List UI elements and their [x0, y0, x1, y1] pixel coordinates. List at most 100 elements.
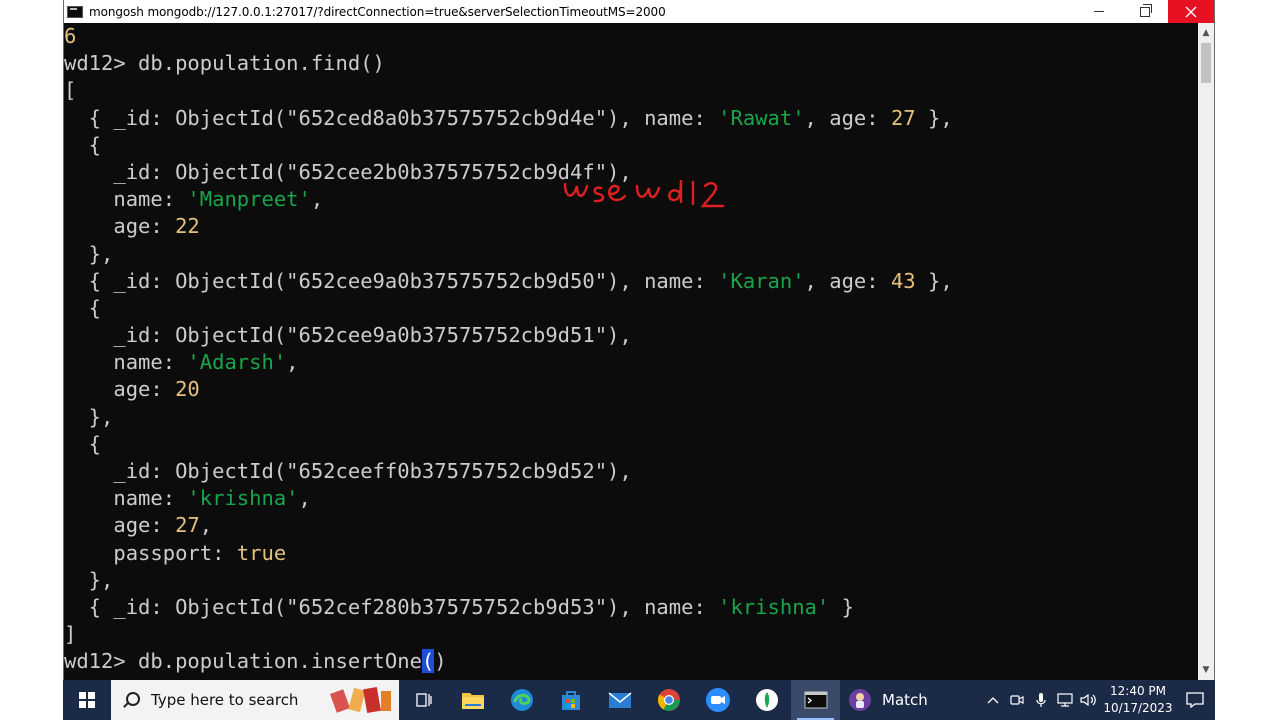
taskbar-clock[interactable]: 12:40 PM 10/17/2023 — [1101, 683, 1175, 717]
search-placeholder: Type here to search — [151, 691, 299, 709]
meet-now-icon[interactable] — [1005, 680, 1029, 720]
terminal-line: }, — [64, 241, 1200, 268]
scroll-up-icon[interactable]: ▲ — [1198, 25, 1214, 41]
terminal-token: wd12> db.population.find() — [64, 51, 385, 76]
terminal-token: { _id: ObjectId("652cef280b37575752cb9d5… — [64, 594, 719, 619]
terminal-token: age: — [64, 214, 176, 239]
mail-button[interactable] — [595, 680, 644, 720]
terminal-token: }, — [915, 105, 953, 130]
restore-button[interactable] — [1122, 0, 1168, 23]
terminal-token: name: — [64, 187, 188, 212]
restore-icon — [1140, 3, 1152, 17]
terminal-line: { _id: ObjectId("652cee9a0b37575752cb9d5… — [64, 268, 1200, 295]
close-button[interactable] — [1168, 0, 1214, 23]
terminal-line: age: 27, — [64, 512, 1200, 539]
window-controls — [1076, 0, 1214, 23]
console-window: mongosh mongodb://127.0.0.1:27017/?direc… — [63, 0, 1215, 680]
network-icon[interactable] — [1053, 680, 1077, 720]
cricket-match-icon — [849, 689, 871, 711]
terminal-line: { — [64, 132, 1200, 159]
store-icon — [561, 691, 580, 710]
match-widget[interactable]: Match — [840, 680, 938, 720]
title-bar[interactable]: mongosh mongodb://127.0.0.1:27017/?direc… — [64, 0, 1214, 23]
volume-icon[interactable] — [1077, 680, 1101, 720]
terminal-icon — [804, 691, 827, 709]
terminal-line: _id: ObjectId("652ceeff0b37575752cb9d52"… — [64, 458, 1200, 485]
clock-time: 12:40 PM — [1110, 684, 1166, 698]
scrollbar-thumb[interactable] — [1201, 43, 1211, 83]
terminal-token: 27 — [890, 105, 916, 130]
notification-icon — [1186, 692, 1204, 708]
terminal-line: { — [64, 431, 1200, 458]
close-icon — [1185, 6, 1197, 17]
terminal-line: [ — [64, 77, 1200, 104]
terminal-token: , age: — [804, 268, 891, 293]
terminal-line: 6 — [64, 23, 1200, 50]
terminal-token: }, — [64, 241, 114, 266]
mongodb-compass-icon — [755, 689, 778, 711]
terminal-token: 22 — [175, 214, 200, 239]
terminal-token: name: — [64, 350, 188, 375]
terminal-line: name: 'Adarsh', — [64, 349, 1200, 376]
file-explorer-button[interactable] — [448, 680, 497, 720]
taskbar: Type here to search Match 12:40 PM 10/17… — [63, 680, 1215, 720]
terminal-token: 20 — [175, 377, 200, 402]
vertical-scrollbar[interactable]: ▲ ▼ — [1198, 23, 1214, 680]
terminal-line: _id: ObjectId("652cee9a0b37575752cb9d51"… — [64, 322, 1200, 349]
terminal-button[interactable] — [791, 680, 840, 720]
terminal-line: wd12> db.population.find() — [64, 50, 1200, 77]
microphone-icon[interactable] — [1029, 680, 1053, 720]
terminal-token: 'Adarsh' — [187, 350, 287, 375]
zoom-icon — [705, 688, 730, 712]
mongodb-compass-button[interactable] — [742, 680, 791, 720]
terminal-token: } — [829, 594, 854, 619]
scroll-down-icon[interactable]: ▼ — [1198, 662, 1214, 678]
zoom-button[interactable] — [693, 680, 742, 720]
terminal-token: { _id: ObjectId("652ced8a0b37575752cb9d4… — [64, 105, 719, 130]
text-cursor: ( — [421, 649, 435, 674]
terminal-token: , — [199, 513, 213, 538]
chrome-icon — [657, 689, 680, 711]
terminal-token: }, — [64, 567, 114, 592]
terminal-token: [ — [64, 78, 77, 103]
terminal-token: ) — [434, 649, 447, 674]
search-icon — [121, 690, 141, 710]
start-button[interactable] — [63, 680, 111, 720]
terminal-token: name: — [64, 486, 188, 511]
terminal-token: 6 — [64, 24, 77, 48]
terminal-line: }, — [64, 404, 1200, 431]
terminal-line: { — [64, 295, 1200, 322]
terminal-token: _id: ObjectId("652cee9a0b37575752cb9d51"… — [64, 323, 632, 348]
terminal-line: passport: true — [64, 540, 1200, 567]
edge-button[interactable] — [497, 680, 546, 720]
handwritten-annotation-use-wd12 — [563, 179, 725, 208]
taskbar-search-box[interactable]: Type here to search — [111, 680, 399, 720]
edge-icon — [510, 689, 533, 711]
task-view-button[interactable] — [399, 680, 448, 720]
minimize-button[interactable] — [1076, 0, 1122, 23]
terminal-output[interactable]: 6 wd12> db.population.find()[ { _id: Obje… — [64, 23, 1200, 680]
terminal-token: , age: — [804, 105, 891, 130]
terminal-token: , — [310, 187, 324, 212]
microsoft-store-button[interactable] — [546, 680, 595, 720]
terminal-line: name: 'krishna', — [64, 485, 1200, 512]
terminal-token: 27 — [175, 513, 200, 538]
clock-date: 10/17/2023 — [1103, 701, 1173, 715]
terminal-line: ] — [64, 621, 1200, 648]
terminal-token: , — [286, 350, 299, 375]
terminal-token: }, — [64, 404, 114, 429]
terminal-token: 'Karan' — [718, 268, 805, 293]
terminal-token: , — [298, 486, 311, 511]
mail-icon — [608, 692, 631, 708]
terminal-token: 'krishna' — [187, 486, 299, 511]
terminal-line: }, — [64, 567, 1200, 594]
terminal-token: age: — [64, 377, 176, 402]
match-label: Match — [882, 691, 928, 709]
show-hidden-icons-icon[interactable] — [981, 680, 1005, 720]
chrome-button[interactable] — [644, 680, 693, 720]
terminal-token: { — [64, 295, 102, 320]
terminal-token: age: — [64, 513, 176, 538]
terminal-token: { — [64, 132, 102, 157]
terminal-token: { _id: ObjectId("652cee9a0b37575752cb9d5… — [64, 268, 719, 293]
notification-center-button[interactable] — [1175, 680, 1215, 720]
